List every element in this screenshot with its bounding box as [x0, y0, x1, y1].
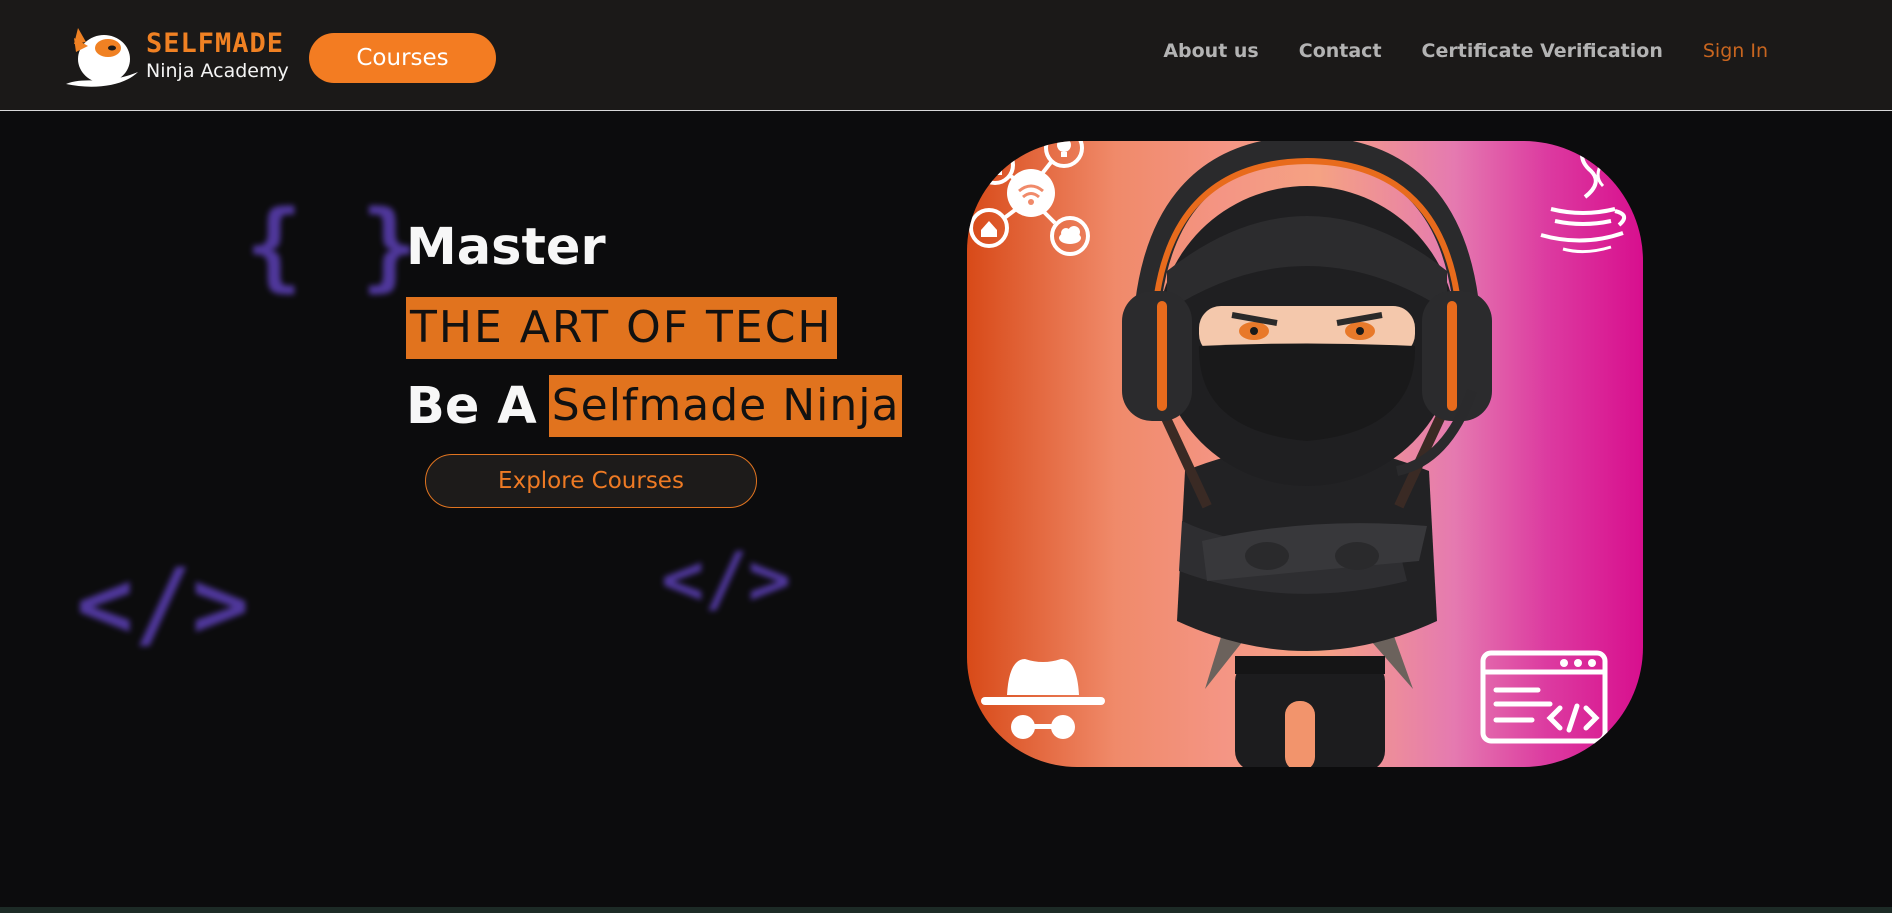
- courses-button[interactable]: Courses: [309, 33, 496, 83]
- page: SELFMADE Ninja Academy Courses About us …: [0, 0, 1892, 913]
- hero-be-a-text: Be A: [406, 376, 537, 436]
- code-tag-decoration-icon: </>: [76, 548, 250, 660]
- bottom-divider: [0, 907, 1892, 913]
- logo-title: SELFMADE: [146, 28, 285, 59]
- explore-courses-button[interactable]: Explore Courses: [425, 454, 757, 508]
- hero-image-card: [967, 141, 1643, 767]
- nav-contact[interactable]: Contact: [1299, 40, 1382, 70]
- hero-selfmade-ninja-highlight: Selfmade Ninja: [548, 375, 903, 437]
- incognito-hacker-icon: [981, 659, 1105, 739]
- nav-about-us[interactable]: About us: [1163, 40, 1258, 70]
- code-tag-decoration-icon-small: </>: [661, 537, 792, 621]
- nav-sign-in[interactable]: Sign In: [1703, 40, 1768, 70]
- java-logo-icon: [1540, 141, 1627, 254]
- curly-braces-decoration-icon: { }: [245, 190, 419, 302]
- hero-line-master: Master: [406, 218, 606, 277]
- logo[interactable]: SELFMADE Ninja Academy: [64, 26, 294, 88]
- ninja-logo-icon: [66, 28, 138, 87]
- nav-certificate-verification[interactable]: Certificate Verification: [1422, 40, 1663, 70]
- hero-line-art-of-tech: THE ART OF TECH: [406, 297, 837, 359]
- nav-links: About us Contact Certificate Verificatio…: [1163, 40, 1768, 70]
- code-window-icon: [1480, 650, 1608, 744]
- iot-network-icon: [969, 141, 1090, 256]
- logo-subtitle: Ninja Academy: [146, 60, 289, 82]
- hero-line-be-a-ninja: Be A Selfmade Ninja: [406, 375, 903, 437]
- navbar: SELFMADE Ninja Academy Courses About us …: [0, 0, 1892, 111]
